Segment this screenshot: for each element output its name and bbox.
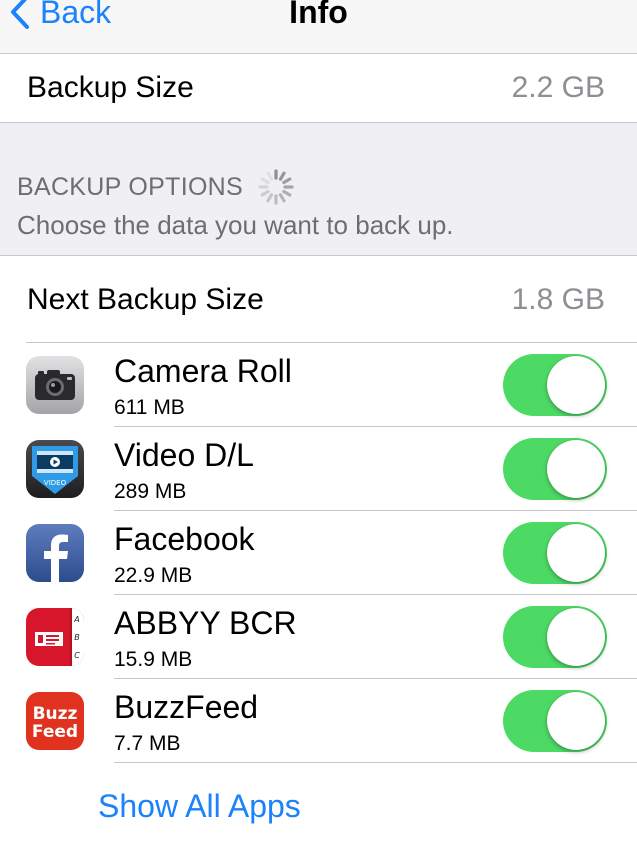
toggle-knob bbox=[547, 692, 605, 750]
camera-roll-toggle[interactable] bbox=[503, 354, 607, 416]
app-name: Video D/L bbox=[114, 437, 254, 473]
list-item-buzzfeed: Buzz Feed BuzzFeed 7.7 MB bbox=[0, 679, 637, 763]
list-item-facebook: Facebook 22.9 MB bbox=[0, 511, 637, 595]
next-backup-size-label: Next Backup Size bbox=[27, 283, 264, 316]
toggle-knob bbox=[547, 524, 605, 582]
app-name: Camera Roll bbox=[114, 353, 292, 389]
backup-size-row: Backup Size 2.2 GB bbox=[0, 54, 637, 122]
app-size: 611 MB bbox=[114, 396, 185, 419]
app-size: 7.7 MB bbox=[114, 732, 181, 755]
divider bbox=[114, 762, 637, 763]
list-item-abbyy-bcr: A B C ABBYY BCR 15.9 MB bbox=[0, 595, 637, 679]
svg-text:VIDEO: VIDEO bbox=[44, 479, 67, 487]
page-title: Info bbox=[289, 0, 348, 30]
video-dl-icon: VIDEO bbox=[26, 440, 84, 498]
facebook-icon bbox=[26, 524, 84, 582]
video-dl-toggle[interactable] bbox=[503, 438, 607, 500]
toggle-knob bbox=[547, 356, 605, 414]
app-name: Facebook bbox=[114, 521, 255, 557]
svg-text:B: B bbox=[74, 633, 80, 642]
show-all-apps-link[interactable]: Show All Apps bbox=[98, 788, 301, 825]
list-item-video-dl: VIDEO Video D/L 289 MB bbox=[0, 427, 637, 511]
svg-text:Buzz: Buzz bbox=[33, 704, 78, 724]
svg-text:C: C bbox=[74, 651, 80, 660]
backup-size-label: Backup Size bbox=[27, 71, 194, 104]
backup-size-value: 2.2 GB bbox=[511, 71, 605, 104]
backup-options-header: BACKUP OPTIONS bbox=[17, 168, 295, 206]
app-name: BuzzFeed bbox=[114, 689, 259, 725]
backup-options-header-label: BACKUP OPTIONS bbox=[17, 172, 244, 201]
app-size: 15.9 MB bbox=[114, 648, 193, 671]
buzzfeed-toggle[interactable] bbox=[503, 690, 607, 752]
loading-spinner-icon bbox=[258, 169, 294, 205]
navigation-bar: Back Info bbox=[0, 0, 637, 54]
toggle-knob bbox=[547, 440, 605, 498]
camera-icon bbox=[26, 356, 84, 414]
buzzfeed-icon: Buzz Feed bbox=[26, 692, 84, 750]
facebook-toggle[interactable] bbox=[503, 522, 607, 584]
list-item-camera-roll: Camera Roll 611 MB bbox=[0, 343, 637, 427]
app-name: ABBYY BCR bbox=[114, 605, 297, 641]
next-backup-size-value: 1.8 GB bbox=[511, 283, 605, 316]
svg-text:Feed: Feed bbox=[32, 722, 78, 742]
divider bbox=[0, 122, 637, 123]
backup-options-description: Choose the data you want to back up. bbox=[17, 210, 454, 240]
abbyy-bcr-icon: A B C bbox=[26, 608, 84, 666]
next-backup-size-row: Next Backup Size 1.8 GB bbox=[0, 266, 637, 334]
app-size: 289 MB bbox=[114, 480, 187, 503]
toggle-knob bbox=[547, 608, 605, 666]
abbyy-bcr-toggle[interactable] bbox=[503, 606, 607, 668]
app-size: 22.9 MB bbox=[114, 564, 193, 587]
svg-text:A: A bbox=[73, 615, 79, 624]
